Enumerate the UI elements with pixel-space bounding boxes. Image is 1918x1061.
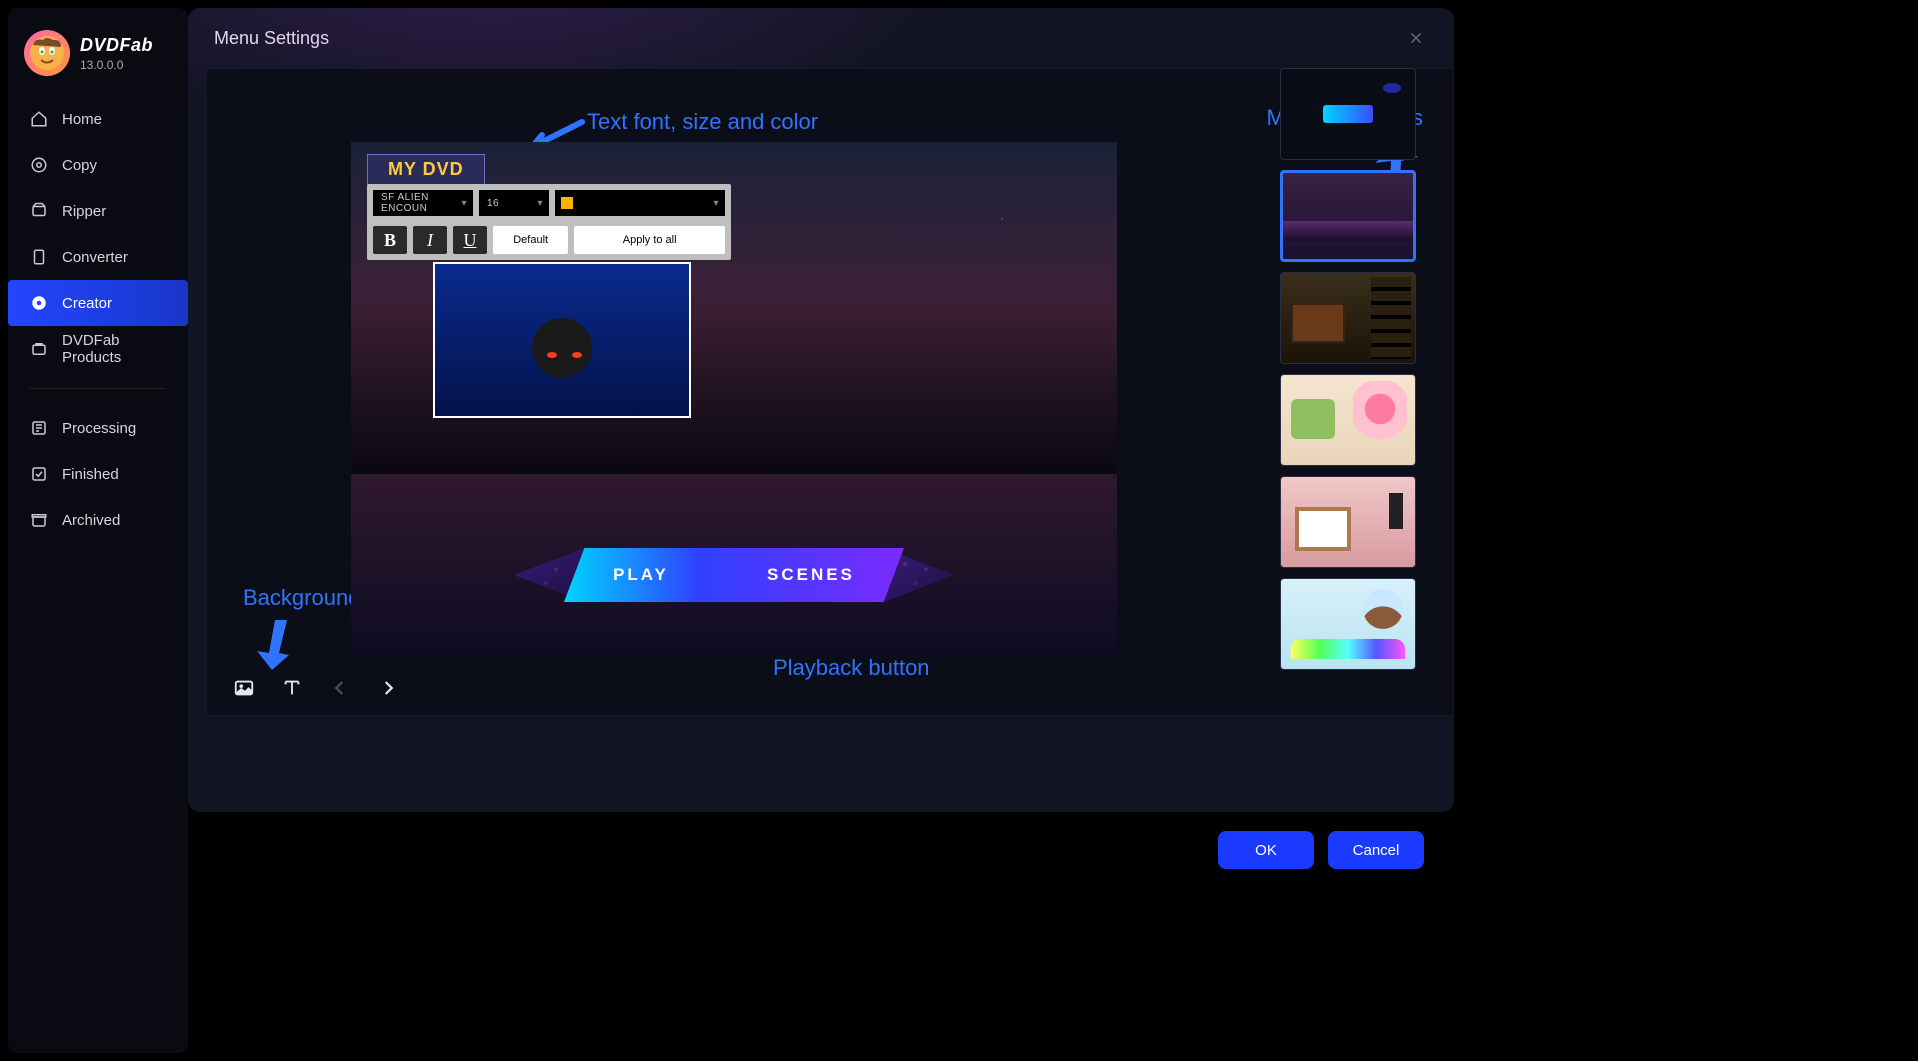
scenes-button-label[interactable]: SCENES [767, 565, 855, 585]
background-image-button[interactable] [231, 675, 257, 701]
brand-block: DVDFab 13.0.0.0 [8, 30, 188, 96]
color-swatch [561, 197, 573, 209]
next-page-button[interactable] [375, 675, 401, 701]
processing-icon [30, 419, 48, 437]
brand-version: 13.0.0.0 [80, 58, 153, 72]
modal-header: Menu Settings [188, 8, 1454, 68]
sidebar-item-copy[interactable]: Copy [8, 142, 188, 188]
template-thumbnail[interactable] [1280, 374, 1416, 466]
video-thumbnail[interactable] [433, 262, 691, 418]
arrow-icon [247, 615, 297, 675]
menu-preview[interactable]: MY DVD SF ALIEN ENCOUN▾ 16▾ ▾ B I U Defa… [351, 142, 1117, 654]
font-size-select[interactable]: 16▾ [479, 190, 549, 216]
play-button-label[interactable]: PLAY [613, 565, 669, 585]
sidebar-item-dvdfab-products[interactable]: DVDFab Products [8, 326, 188, 372]
annotation-playback-button: Playback button [773, 655, 930, 681]
modal-footer: OK Cancel [188, 820, 1454, 880]
converter-icon [30, 248, 48, 266]
default-button[interactable]: Default [493, 226, 568, 254]
sidebar-item-home[interactable]: Home [8, 96, 188, 142]
close-button[interactable] [1404, 26, 1428, 50]
dvd-title-text[interactable]: MY DVD [367, 154, 485, 185]
modal-title: Menu Settings [214, 28, 329, 49]
template-strip [1280, 68, 1426, 670]
template-thumbnail[interactable] [1280, 68, 1416, 160]
template-thumbnail[interactable] [1280, 272, 1416, 364]
sidebar-item-converter[interactable]: Converter [8, 234, 188, 280]
prev-page-button [327, 675, 353, 701]
annotation-text-font: Text font, size and color [587, 109, 818, 135]
chevron-down-icon: ▾ [713, 198, 719, 209]
font-color-select[interactable]: ▾ [555, 190, 725, 216]
sidebar-item-label: Finished [62, 466, 119, 483]
archived-icon [30, 511, 48, 529]
brand-name: DVDFab [80, 35, 153, 56]
brand-avatar [24, 30, 70, 76]
template-thumbnail[interactable] [1280, 578, 1416, 670]
sidebar-item-archived[interactable]: Archived [8, 497, 188, 543]
text-toolbar: SF ALIEN ENCOUN▾ 16▾ ▾ B I U Default App… [367, 184, 731, 260]
italic-button[interactable]: I [413, 226, 447, 254]
sidebar-item-label: Copy [62, 157, 97, 174]
chevron-down-icon: ▾ [537, 198, 543, 209]
cancel-button[interactable]: Cancel [1328, 831, 1424, 869]
underline-button[interactable]: U [453, 226, 487, 254]
sidebar-item-processing[interactable]: Processing [8, 405, 188, 451]
sidebar-item-label: Home [62, 111, 102, 128]
sidebar-separator [30, 388, 166, 389]
sidebar-item-label: Creator [62, 295, 112, 312]
font-select[interactable]: SF ALIEN ENCOUN▾ [373, 190, 473, 216]
menu-settings-modal: Menu Settings Text font, size and color … [188, 8, 1454, 812]
menu-canvas: Text font, size and color Menu templates… [206, 68, 1454, 716]
template-thumbnail[interactable] [1280, 170, 1416, 262]
creator-icon [30, 294, 48, 312]
text-tool-button[interactable] [279, 675, 305, 701]
ok-button[interactable]: OK [1218, 831, 1314, 869]
bold-button[interactable]: B [373, 226, 407, 254]
right-padding [1458, 0, 1918, 1061]
finished-icon [30, 465, 48, 483]
chevron-down-icon: ▾ [461, 198, 467, 209]
sidebar-item-label: Converter [62, 249, 128, 266]
sidebar-item-label: Ripper [62, 203, 106, 220]
sidebar-item-finished[interactable]: Finished [8, 451, 188, 497]
sidebar-item-ripper[interactable]: Ripper [8, 188, 188, 234]
canvas-toolbar [231, 675, 401, 701]
sidebar: DVDFab 13.0.0.0 Home Copy Ripper Convert… [8, 8, 188, 1053]
template-thumbnail[interactable] [1280, 476, 1416, 568]
apply-to-all-button[interactable]: Apply to all [574, 226, 725, 254]
copy-icon [30, 156, 48, 174]
sidebar-item-creator[interactable]: Creator [8, 280, 188, 326]
sidebar-item-label: Archived [62, 512, 120, 529]
products-icon [30, 340, 48, 358]
home-icon [30, 110, 48, 128]
sidebar-item-label: DVDFab Products [62, 332, 166, 366]
ripper-icon [30, 202, 48, 220]
sidebar-item-label: Processing [62, 420, 136, 437]
playback-bar[interactable]: PLAY SCENES [564, 548, 904, 602]
